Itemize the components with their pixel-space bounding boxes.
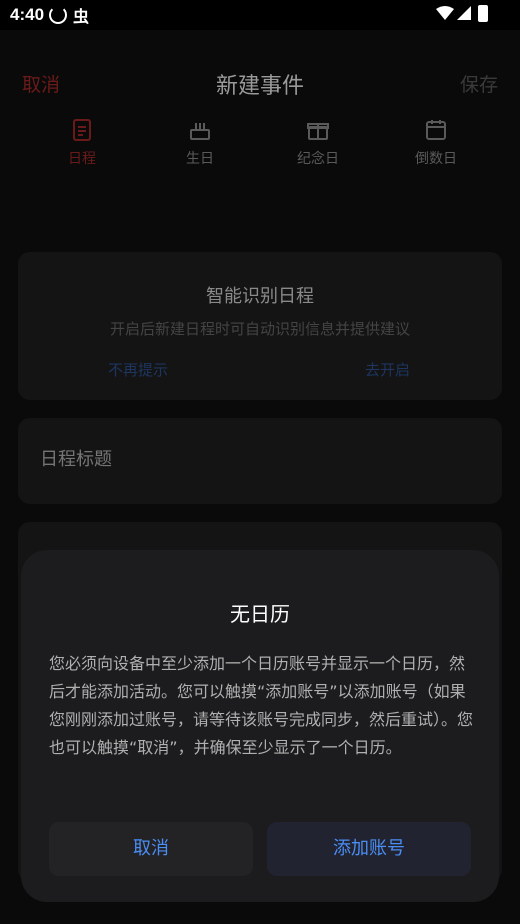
smart-card-title: 智能识别日程 — [206, 286, 314, 307]
battery-icon — [478, 5, 488, 22]
tab-schedule[interactable]: 日程 — [32, 118, 132, 168]
dialog-cancel-button[interactable]: 取消 — [49, 822, 253, 876]
title-card — [18, 418, 502, 504]
smart-recognition-card: 智能识别日程 开启后新建日程时可自动识别信息并提供建议 不再提示 去开启 — [18, 252, 502, 400]
tab-anniversary[interactable]: 纪念日 — [268, 118, 368, 168]
gift-icon — [307, 123, 329, 140]
calendar-icon — [426, 120, 446, 140]
dialog-title: 无日历 — [230, 602, 290, 626]
no-calendar-dialog: 无日历 您必须向设备中至少添加一个日历账号并显示一个日历，然后才能添加活动。您可… — [21, 550, 499, 902]
status-time: 4:40 — [10, 5, 45, 24]
tab-label: 倒数日 — [415, 151, 457, 167]
tab-countdown[interactable]: 倒数日 — [386, 118, 486, 168]
dont-show-again-button[interactable]: 不再提示 — [108, 359, 168, 380]
bug-icon: 虫 — [73, 7, 90, 26]
smart-card-description: 开启后新建日程时可自动识别信息并提供建议 — [109, 320, 410, 338]
schedule-icon — [73, 119, 91, 141]
event-type-tabs: 日程 生日 纪念日 倒数日 — [0, 118, 520, 178]
wifi-icon — [436, 6, 454, 20]
tab-label: 生日 — [186, 151, 214, 167]
status-bar: 4:40 虫 — [0, 0, 520, 30]
tab-label: 纪念日 — [297, 151, 339, 167]
event-title-input[interactable] — [38, 448, 482, 471]
page-title: 新建事件 — [215, 74, 304, 99]
dialog-message: 您必须向设备中至少添加一个日历账号并显示一个日历，然后才能添加活动。您可以触摸“… — [49, 654, 474, 757]
cake-icon — [190, 123, 210, 140]
signal-icon — [457, 6, 471, 20]
tab-birthday[interactable]: 生日 — [150, 118, 250, 168]
enable-button[interactable]: 去开启 — [365, 359, 410, 380]
tab-label: 日程 — [68, 151, 96, 167]
add-account-button[interactable]: 添加账号 — [267, 822, 471, 876]
sync-icon — [49, 6, 67, 24]
header-save-button[interactable]: 保存 — [460, 70, 498, 97]
